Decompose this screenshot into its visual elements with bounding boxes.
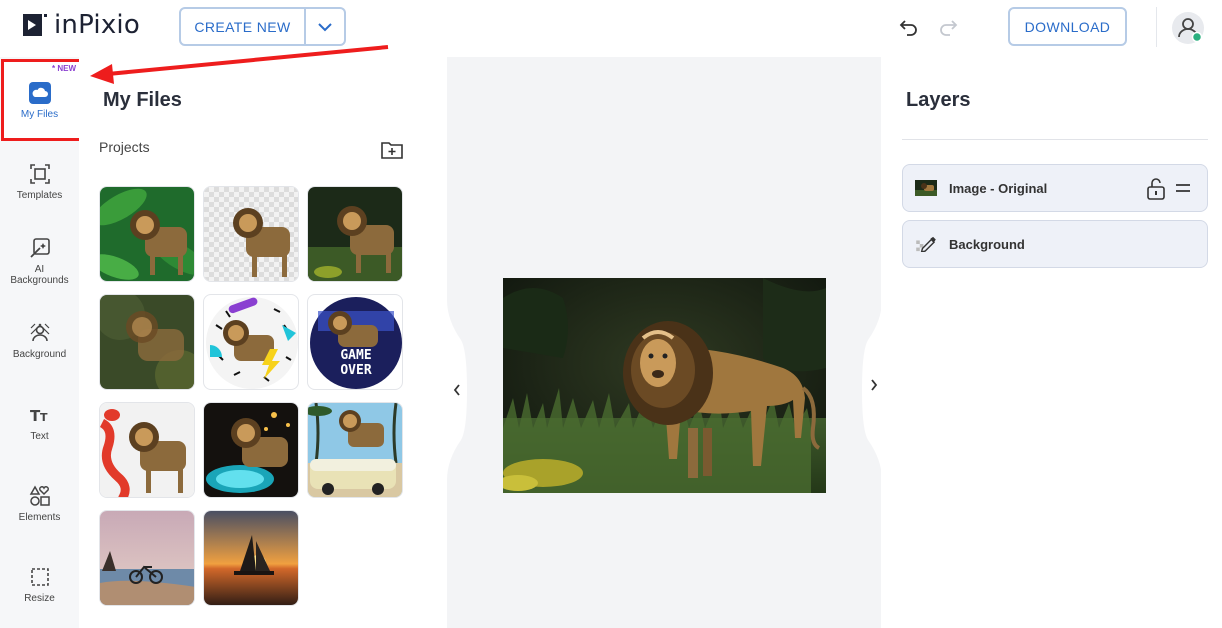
undo-icon[interactable] — [898, 16, 920, 38]
collapse-left-panel-button[interactable] — [447, 300, 467, 480]
elements-icon — [29, 485, 50, 506]
download-button[interactable]: DOWNLOAD — [1008, 7, 1127, 46]
lion-memphis-circle-image — [206, 297, 298, 389]
nav-label: Background — [12, 349, 67, 360]
lion-dark-grass-image — [308, 187, 402, 281]
sailboat-sunset-image — [204, 511, 298, 605]
nav-item-my-files[interactable]: My Files — [0, 82, 79, 120]
chevron-down-icon — [318, 22, 332, 31]
nav-label: AI Backgrounds — [10, 264, 69, 286]
main-lion-image[interactable] — [503, 278, 826, 493]
drag-handle-icon[interactable] — [1175, 182, 1191, 194]
layer-label: Background — [949, 236, 1025, 252]
project-thumbnail[interactable]: GAME OVER — [307, 294, 403, 390]
logo-icon — [23, 14, 47, 36]
divider — [902, 139, 1208, 140]
nav-label: Templates — [16, 190, 63, 201]
project-thumbnail[interactable] — [99, 402, 195, 498]
nav-item-ai-backgrounds[interactable]: AI Backgrounds — [0, 237, 79, 286]
beach-bicycle-image — [100, 511, 194, 605]
project-thumbnail[interactable] — [203, 186, 299, 282]
lion-balloons-image — [100, 403, 194, 497]
logo-text: inPixio — [54, 10, 140, 40]
projects-label: Projects — [99, 139, 150, 155]
create-new-dropdown-button[interactable] — [306, 7, 346, 46]
lion-green-leaves-image — [100, 187, 194, 281]
lion-neon-portal-image — [204, 403, 298, 497]
collapse-right-panel-button[interactable] — [862, 300, 882, 480]
text-icon: T T — [30, 407, 48, 425]
nav-item-templates[interactable]: Templates — [0, 163, 79, 201]
cloud-icon — [28, 82, 51, 104]
nav-label: Resize — [24, 593, 55, 604]
nav-label: Elements — [18, 512, 61, 523]
unlock-icon[interactable] — [1145, 177, 1167, 201]
layer-thumbnail — [915, 180, 937, 196]
layer-item-background[interactable]: Background — [902, 220, 1208, 268]
panel-title: Layers — [906, 89, 971, 111]
project-thumbnail[interactable] — [99, 186, 195, 282]
my-files-panel: My Files Projects GAME OVER — [79, 57, 447, 628]
layer-label: Image - Original — [949, 180, 1048, 196]
create-new-button[interactable]: CREATE NEW — [179, 7, 306, 46]
svg-text:T: T — [40, 411, 48, 424]
app-logo[interactable]: inPixio — [22, 10, 140, 40]
nav-item-resize[interactable]: Resize — [0, 566, 79, 604]
project-thumbnail[interactable] — [203, 510, 299, 606]
project-thumbnail[interactable] — [203, 402, 299, 498]
avatar[interactable] — [1172, 12, 1204, 44]
project-thumbnail[interactable] — [307, 186, 403, 282]
game-over-text-line: GAME — [340, 348, 371, 363]
divider — [1156, 7, 1157, 47]
nav-label: My Files — [20, 109, 59, 120]
layers-panel: Layers Image - Original Background — [881, 57, 1222, 628]
nav-label: Text — [30, 431, 49, 442]
resize-icon — [30, 568, 49, 586]
layer-item-image-original[interactable]: Image - Original — [902, 164, 1208, 212]
lion-photo — [503, 278, 826, 493]
background-layer-icon — [916, 236, 936, 252]
templates-icon — [29, 164, 50, 184]
project-thumbnail[interactable] — [307, 402, 403, 498]
lion-game-over-circle-image: GAME OVER — [310, 297, 402, 389]
nav-item-background[interactable]: Background — [0, 322, 79, 360]
new-badge: * NEW — [52, 64, 76, 73]
panel-title: My Files — [103, 89, 182, 111]
lion-blurred-image — [100, 295, 194, 389]
user-icon — [1178, 18, 1203, 43]
ai-backgrounds-icon — [29, 238, 50, 258]
redo-icon[interactable] — [937, 16, 959, 38]
lion-van-beach-image — [308, 403, 402, 497]
nav-item-elements[interactable]: Elements — [0, 485, 79, 523]
project-thumbnail[interactable] — [203, 294, 299, 390]
project-thumbnail[interactable] — [99, 510, 195, 606]
lion-transparent-image — [204, 187, 298, 281]
game-over-text-line: OVER — [340, 363, 371, 378]
background-icon — [30, 323, 49, 342]
top-bar: inPixio CREATE NEW DOWNLOAD — [0, 0, 1222, 57]
project-thumbnail[interactable] — [99, 294, 195, 390]
left-nav: * NEW My Files Templates AI Backgrounds … — [0, 57, 83, 628]
nav-item-text[interactable]: T T Text — [0, 404, 79, 442]
new-folder-icon[interactable] — [381, 140, 403, 160]
